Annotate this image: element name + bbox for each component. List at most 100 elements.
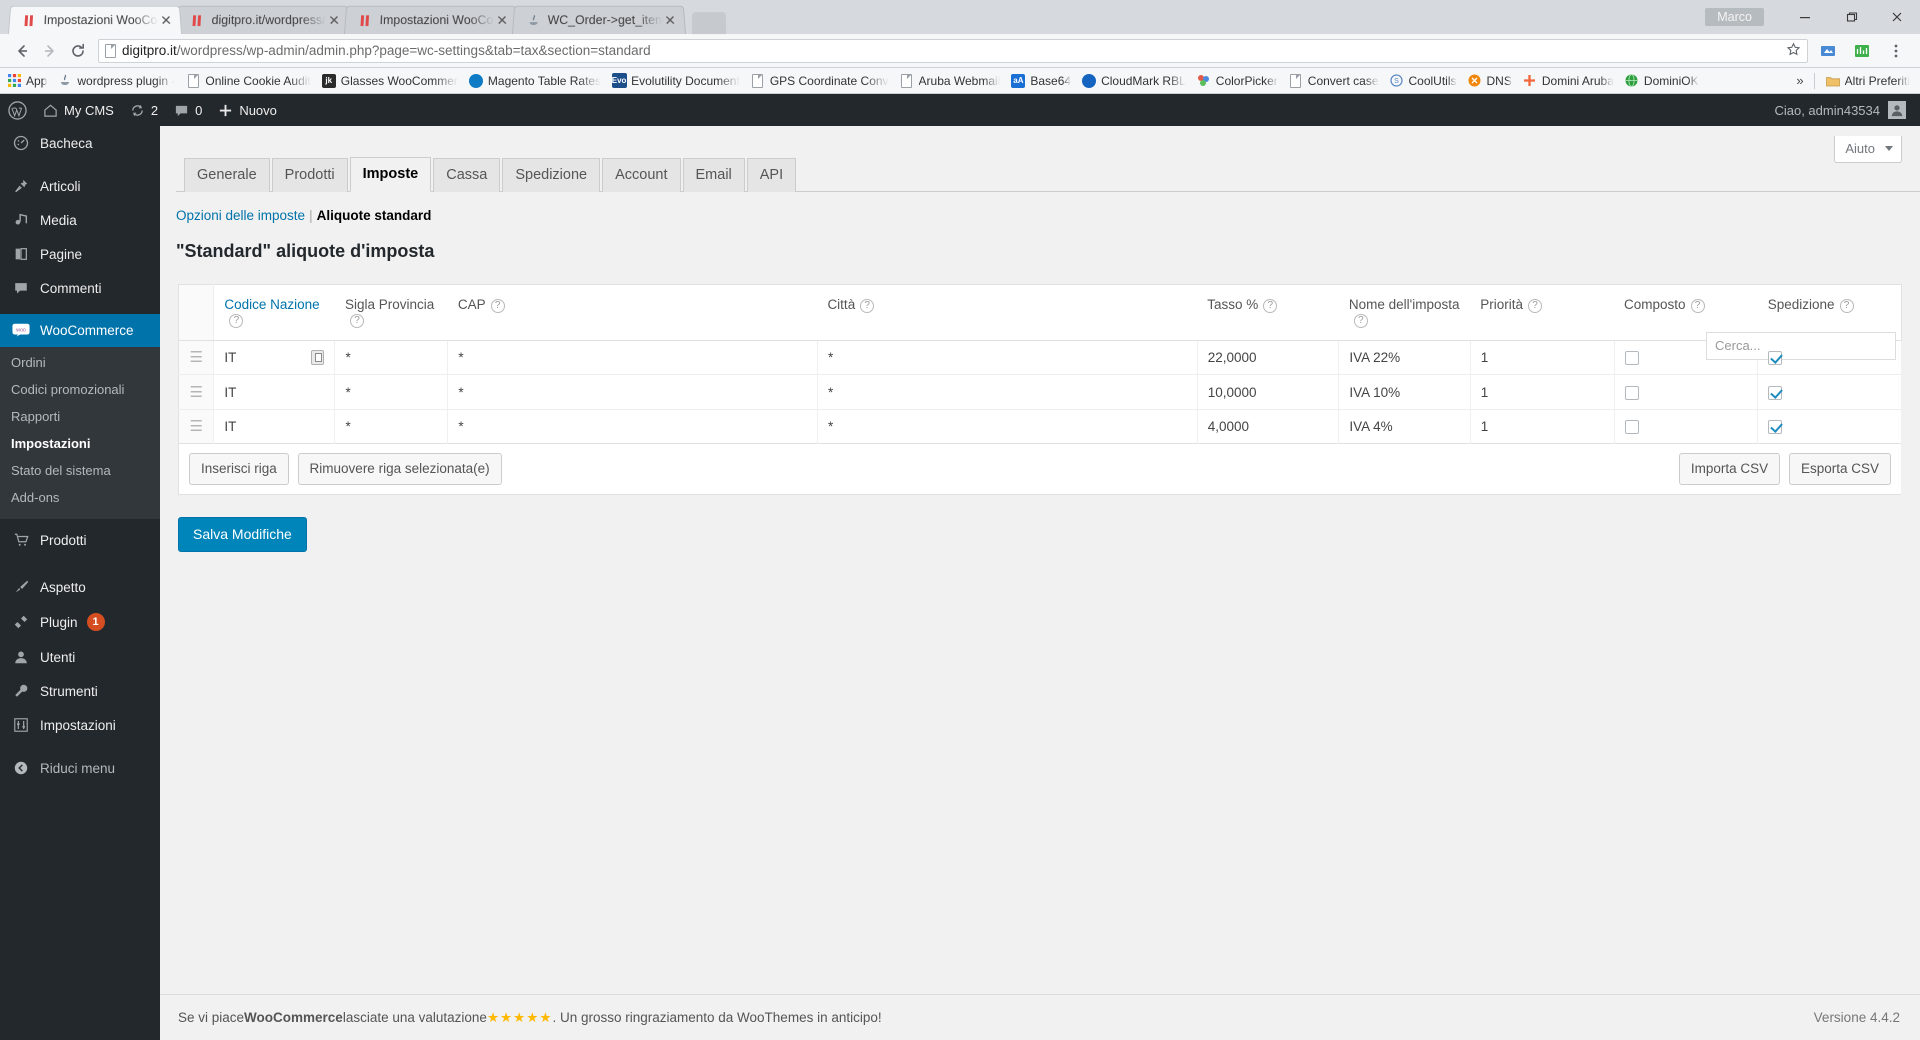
tab-imposte[interactable]: Imposte [349,156,432,192]
cell-rate[interactable]: 4,0000 [1197,409,1340,444]
shipping-checkbox[interactable] [1768,420,1783,435]
new-tab-button[interactable] [691,12,727,35]
country-picker-icon[interactable] [311,350,325,366]
help-icon[interactable]: ? [1690,299,1705,313]
cell-postcode[interactable]: * [447,340,818,376]
compound-checkbox[interactable] [1624,420,1639,435]
cell-state[interactable]: * [334,409,449,444]
bookmark-other-bookmarks[interactable]: Altri Preferiti [1825,73,1910,89]
rating-stars-icon[interactable]: ★★★★★ [487,1010,553,1026]
cell-city[interactable]: * [817,409,1198,444]
sidebar-subitem-stato-del-sistema[interactable]: Stato del sistema [0,457,160,484]
cell-postcode[interactable]: * [447,409,818,444]
import-csv-button[interactable]: Importa CSV [1678,453,1781,485]
sidebar-item-pagine[interactable]: Pagine [0,237,160,271]
col-codice-nazione-label[interactable]: Codice Nazione [224,297,319,312]
extension-icon[interactable] [1814,37,1842,65]
bookmark-dominiok[interactable]: DominiOK [1624,73,1699,89]
close-icon[interactable]: ✕ [662,12,679,28]
bookmark-cloudmark-rbl[interactable]: CloudMark RBL [1081,73,1186,89]
remove-rows-button[interactable]: Rimuovere riga selezionata(e) [297,453,502,485]
row-drag-handle[interactable]: ☰ [178,409,215,444]
back-arrow-icon[interactable] [8,37,36,65]
admin-bar-new[interactable]: Nuovo [210,94,285,126]
cell-tax-name[interactable]: IVA 10% [1338,374,1471,410]
cell-tax-name[interactable]: IVA 22% [1338,340,1471,376]
sidebar-item-utenti[interactable]: Utenti [0,640,160,674]
bookmarks-overflow-button[interactable]: » [1796,73,1803,88]
sidebar-item-woocommerce[interactable]: woo WooCommerce [0,314,168,347]
help-icon[interactable]: ? [1839,299,1854,313]
help-icon[interactable]: ? [1263,299,1278,313]
bookmark-app[interactable]: App [6,73,47,89]
browser-tab-4[interactable]: WC_Order->get_items() n ✕ [512,5,686,34]
bookmark-wordpress-plugin[interactable]: wordpress plugin - W [57,73,175,89]
tab-email[interactable]: Email [682,157,745,192]
cell-city[interactable]: * [817,340,1198,376]
tab-account[interactable]: Account [602,157,681,192]
cell-state[interactable]: * [334,374,449,410]
address-bar[interactable]: digitpro.it/wordpress/wp-admin/admin.php… [98,38,1808,63]
cell-country[interactable]: IT [213,409,336,444]
cell-shipping[interactable] [1757,409,1902,444]
bookmark-coolutils[interactable]: S CoolUtils [1389,73,1457,89]
cell-postcode[interactable]: * [447,374,818,410]
maximize-icon[interactable] [1828,3,1874,31]
sidebar-item-strumenti[interactable]: Strumenti [0,674,160,708]
save-button[interactable]: Salva Modifiche [178,516,307,552]
bookmark-aruba-webmail[interactable]: Aruba Webmail [899,73,1000,89]
browser-tab-3[interactable]: Impostazioni WooComme ✕ [344,5,518,34]
browser-user-chip[interactable]: Marco [1705,8,1764,26]
tab-prodotti[interactable]: Prodotti [271,157,348,192]
bookmark-base64[interactable]: aA Base64 [1010,73,1071,89]
sidebar-subitem-codici-promozionali[interactable]: Codici promozionali [0,376,160,403]
tab-spedizione[interactable]: Spedizione [502,157,601,192]
help-icon[interactable]: ? [349,314,364,328]
cell-rate[interactable]: 22,0000 [1197,340,1340,376]
sidebar-item-bacheca[interactable]: Bacheca [0,126,160,160]
wordpress-logo-icon[interactable] [0,94,35,126]
row-drag-handle[interactable]: ☰ [178,340,215,376]
admin-bar-account[interactable]: Ciao, admin43534 [1774,101,1920,119]
tab-generale[interactable]: Generale [184,157,270,192]
help-icon[interactable]: ? [229,314,244,328]
cell-tax-name[interactable]: IVA 4% [1338,409,1471,444]
browser-tab-2[interactable]: digitpro.it/wordpress/?fee ✕ [176,5,350,34]
cell-compound[interactable] [1614,374,1759,410]
admin-bar-updates[interactable]: 2 [122,94,166,126]
cell-state[interactable]: * [334,340,449,376]
tab-cassa[interactable]: Cassa [433,157,501,192]
bookmark-glasses-woocommerce[interactable]: jk Glasses WooCommer [321,73,458,89]
cell-country[interactable]: IT [213,340,336,376]
help-icon[interactable]: ? [1528,299,1543,313]
export-csv-button[interactable]: Esporta CSV [1788,453,1891,485]
insert-row-button[interactable]: Inserisci riga [189,453,289,485]
help-icon[interactable]: ? [490,299,505,313]
reload-icon[interactable] [64,37,92,65]
bookmark-online-cookie-audit[interactable]: Online Cookie Audit [185,73,311,89]
sidebar-item-impostazioni[interactable]: Impostazioni [0,708,160,742]
close-icon[interactable]: ✕ [158,12,175,28]
sidebar-item-commenti[interactable]: Commenti [0,271,160,305]
tab-api[interactable]: API [746,157,797,192]
sidebar-item-plugin[interactable]: Plugin 1 [0,604,160,640]
close-icon[interactable]: ✕ [326,12,343,28]
sidebar-item-prodotti[interactable]: Prodotti [0,519,160,561]
forward-arrow-icon[interactable] [36,37,64,65]
bookmark-convert-case[interactable]: Convert case [1288,73,1379,89]
bookmark-gps-coordinate-converter[interactable]: GPS Coordinate Conv [750,73,889,89]
sidebar-item-articoli[interactable]: Articoli [0,169,160,203]
extension-icon[interactable] [1848,37,1876,65]
bookmark-star-icon[interactable] [1786,42,1801,60]
close-icon[interactable]: ✕ [494,12,511,28]
sidebar-subitem-impostazioni[interactable]: Impostazioni [0,430,160,457]
admin-bar-comments[interactable]: 0 [166,94,210,126]
cell-city[interactable]: * [817,374,1198,410]
sidebar-subitem-rapporti[interactable]: Rapporti [0,403,160,430]
help-icon[interactable]: ? [1353,314,1368,328]
help-toggle-button[interactable]: Aiuto [1834,136,1902,163]
sidebar-collapse-menu[interactable]: Riduci menu [0,751,160,785]
compound-checkbox[interactable] [1624,351,1639,366]
bookmark-magento-table-rates[interactable]: Magento Table Rates [468,73,601,89]
bookmark-dns[interactable]: DNS [1467,73,1512,89]
